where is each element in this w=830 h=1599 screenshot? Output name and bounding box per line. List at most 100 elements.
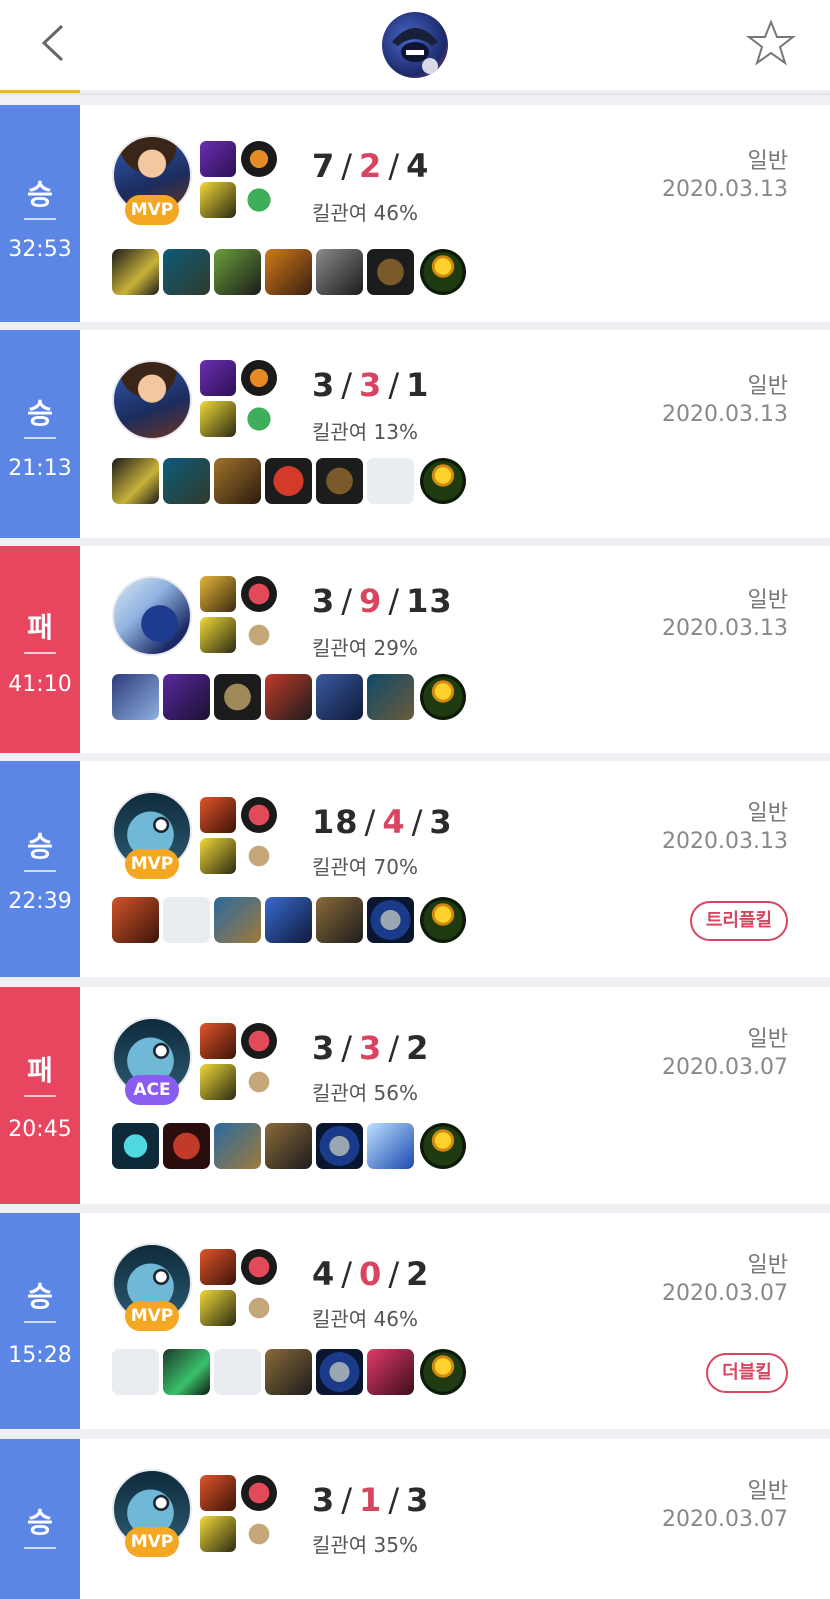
- result-label: 승: [27, 397, 53, 430]
- item-slot-2[interactable]: [163, 1349, 210, 1395]
- rune-electrocute-icon: [241, 797, 277, 833]
- summoner-profile-icon[interactable]: [382, 12, 448, 78]
- match-card[interactable]: 승 21:13 3/3/1 킬관여 13% 일반 2020.03.13: [0, 330, 830, 538]
- summoner-spell-flash-icon: [200, 1064, 236, 1100]
- summoner-spell-flash-icon: [200, 1516, 236, 1552]
- mvp-badge: MVP: [125, 195, 179, 225]
- trinket-oracle-lens-icon[interactable]: [420, 1123, 466, 1169]
- item-slot-5[interactable]: [316, 1349, 363, 1395]
- trinket-oracle-lens-icon[interactable]: [420, 1349, 466, 1395]
- result-label: 승: [27, 178, 53, 211]
- item-slot-6[interactable]: [367, 1349, 414, 1395]
- item-slot-4[interactable]: [265, 1349, 312, 1395]
- result-bar: 패 20:45: [0, 987, 80, 1204]
- back-button[interactable]: [30, 18, 80, 68]
- item-build: [112, 1123, 472, 1169]
- multikill-badge: 더블킬: [706, 1353, 788, 1393]
- kda-score: 3/3/2: [312, 1029, 430, 1067]
- item-slot-1[interactable]: [112, 674, 159, 720]
- trinket-oracle-lens-icon[interactable]: [420, 458, 466, 504]
- item-slot-2[interactable]: [163, 458, 210, 504]
- trinket-oracle-lens-icon[interactable]: [420, 897, 466, 943]
- game-duration: 22:39: [8, 889, 72, 914]
- summoner-spell-ignite-icon: [200, 1249, 236, 1285]
- game-date: 2020.03.07: [662, 1507, 788, 1532]
- item-build: [112, 458, 472, 504]
- kill-participation: 킬관여 46%: [312, 201, 419, 225]
- trinket-oracle-lens-icon[interactable]: [420, 674, 466, 720]
- item-build: [112, 1349, 472, 1395]
- summoner-spell-ignite-icon: [200, 1023, 236, 1059]
- item-slot-6[interactable]: [367, 897, 414, 943]
- match-card[interactable]: 승 32:53 MVP 7/2/4 킬관여 46% 일반 2020.03.13: [0, 105, 830, 322]
- item-slot-1[interactable]: [112, 249, 159, 295]
- item-slot-2[interactable]: [163, 249, 210, 295]
- match-card[interactable]: 패 20:45 ACE 3/3/2 킬관여 56% 일반 2020.03.07: [0, 987, 830, 1204]
- result-divider: [24, 1095, 56, 1097]
- item-slot-empty: [214, 1349, 261, 1395]
- match-card[interactable]: 승 MVP 3/1/3 킬관여 35% 일반 2020.03.07: [0, 1439, 830, 1599]
- result-divider: [24, 652, 56, 654]
- rune-electrocute-icon: [241, 1475, 277, 1511]
- item-slot-4[interactable]: [265, 249, 312, 295]
- top-bar: [0, 0, 830, 90]
- game-mode: 일반: [747, 149, 788, 174]
- game-mode: 일반: [747, 374, 788, 399]
- trinket-oracle-lens-icon[interactable]: [420, 249, 466, 295]
- game-mode: 일반: [747, 801, 788, 826]
- game-date: 2020.03.13: [662, 402, 788, 427]
- item-slot-4[interactable]: [265, 897, 312, 943]
- result-bar: 승 32:53: [0, 105, 80, 322]
- item-slot-5[interactable]: [316, 458, 363, 504]
- kda-score: 18/4/3: [312, 803, 453, 841]
- kill-participation: 킬관여 46%: [312, 1307, 419, 1331]
- rune-electrocute-icon: [241, 576, 277, 612]
- item-slot-3[interactable]: [214, 249, 261, 295]
- item-slot-4[interactable]: [265, 674, 312, 720]
- item-slot-2[interactable]: [163, 674, 210, 720]
- rune-electrocute-icon: [241, 1249, 277, 1285]
- item-slot-4[interactable]: [265, 458, 312, 504]
- result-label: 패: [27, 1054, 53, 1087]
- game-date: 2020.03.13: [662, 829, 788, 854]
- game-mode: 일반: [747, 1479, 788, 1504]
- favorite-button[interactable]: [746, 18, 796, 68]
- result-bar: 승: [0, 1439, 80, 1599]
- game-duration: 15:28: [8, 1343, 72, 1368]
- result-label: 승: [27, 1506, 53, 1539]
- rune-inspiration-icon: [241, 1516, 277, 1552]
- item-slot-6[interactable]: [367, 1123, 414, 1169]
- item-slot-3[interactable]: [214, 1123, 261, 1169]
- item-slot-5[interactable]: [316, 674, 363, 720]
- summoner-spell-flash-icon: [200, 617, 236, 653]
- summoner-spell-ignite-icon: [200, 141, 236, 177]
- item-slot-6[interactable]: [367, 249, 414, 295]
- result-divider: [24, 1321, 56, 1323]
- game-date: 2020.03.13: [662, 177, 788, 202]
- item-build: [112, 674, 472, 720]
- item-slot-1[interactable]: [112, 458, 159, 504]
- item-slot-empty: [367, 458, 414, 504]
- item-slot-3[interactable]: [214, 674, 261, 720]
- item-slot-4[interactable]: [265, 1123, 312, 1169]
- item-slot-2[interactable]: [163, 1123, 210, 1169]
- kda-score: 3/1/3: [312, 1481, 430, 1519]
- item-slot-5[interactable]: [316, 249, 363, 295]
- header-divider: [0, 93, 830, 95]
- item-slot-3[interactable]: [214, 897, 261, 943]
- champion-portrait[interactable]: [112, 576, 192, 656]
- result-label: 패: [27, 611, 53, 644]
- champion-portrait[interactable]: [112, 360, 192, 440]
- item-slot-1[interactable]: [112, 1123, 159, 1169]
- match-card[interactable]: 패 41:10 3/9/13 킬관여 29% 일반 2020.03.13: [0, 546, 830, 753]
- summoner-spell-flash-icon: [200, 1290, 236, 1326]
- item-slot-3[interactable]: [214, 458, 261, 504]
- match-card[interactable]: 승 22:39 MVP 18/4/3 킬관여 70% 일반 2020.03.13…: [0, 761, 830, 977]
- item-slot-5[interactable]: [316, 897, 363, 943]
- item-slot-6[interactable]: [367, 674, 414, 720]
- match-card[interactable]: 승 15:28 MVP 4/0/2 킬관여 46% 일반 2020.03.07 …: [0, 1213, 830, 1429]
- summoner-spell-ignite-icon: [200, 360, 236, 396]
- item-slot-5[interactable]: [316, 1123, 363, 1169]
- game-date: 2020.03.13: [662, 616, 788, 641]
- item-slot-1[interactable]: [112, 897, 159, 943]
